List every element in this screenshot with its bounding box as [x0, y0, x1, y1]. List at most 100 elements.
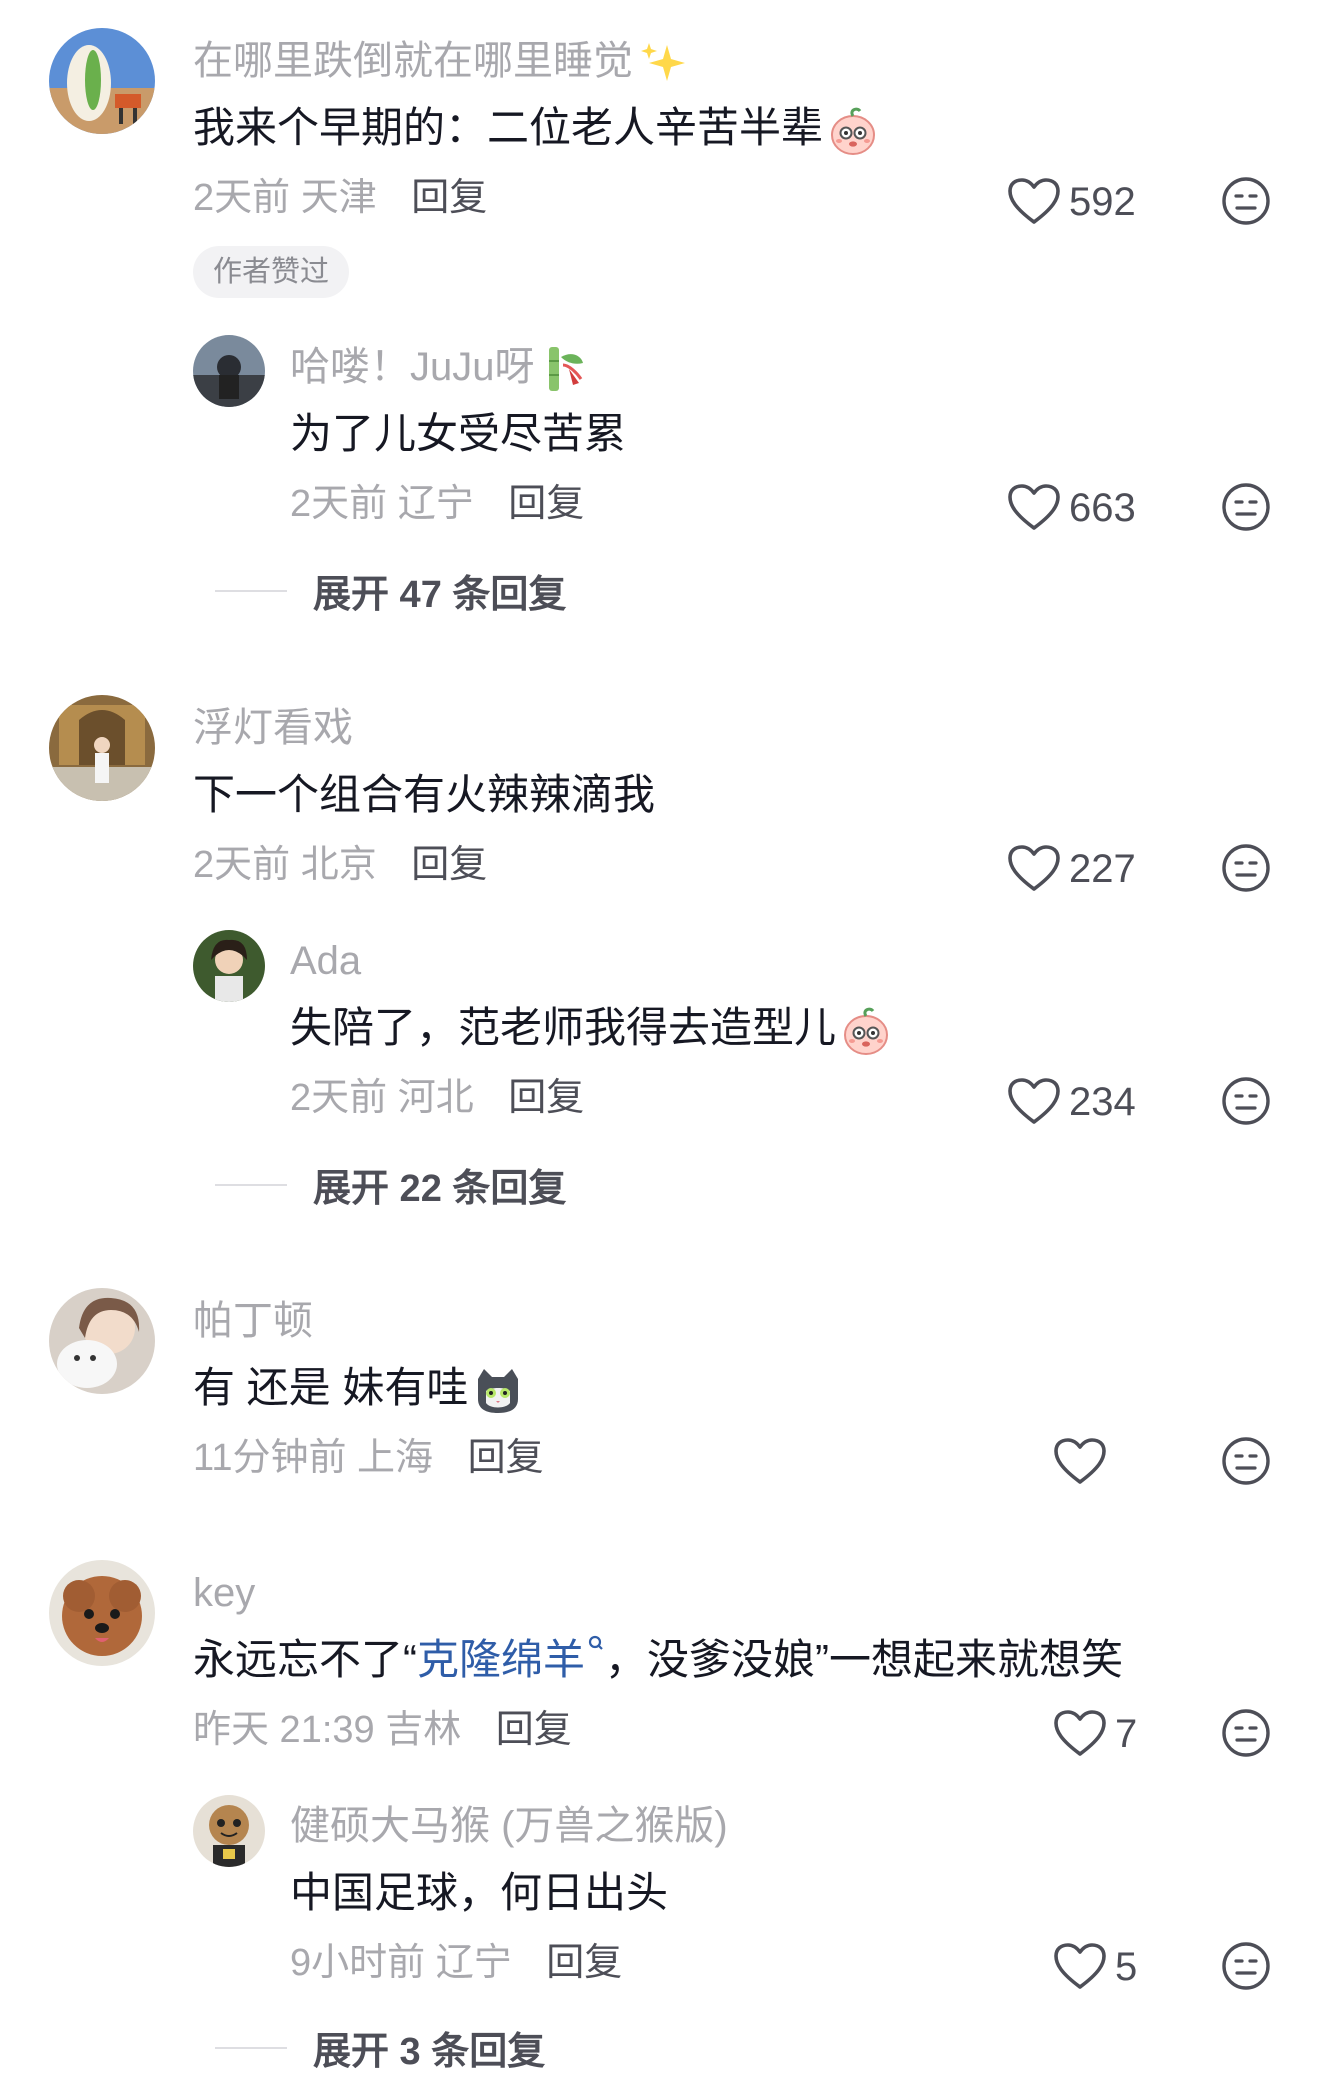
comment-time: 2天前 [193, 844, 291, 886]
dislike-button[interactable] [1220, 842, 1272, 894]
cat-face-emoji [472, 1365, 524, 1417]
heart-outline-icon [1053, 1709, 1107, 1759]
heart-outline-icon [1007, 844, 1061, 894]
like-button[interactable] [1053, 1434, 1115, 1490]
like-button[interactable]: 234 [1007, 1074, 1136, 1130]
comment-text: 有 还是 妹有哇 [193, 1362, 524, 1417]
avatar[interactable] [193, 930, 265, 1002]
like-count: 592 [1069, 179, 1136, 224]
comment-username[interactable]: 浮灯看戏 [193, 704, 353, 752]
reply-button[interactable]: 回复 [546, 1942, 622, 1984]
comment-text-after: ，没爹没娘”一想起来就想笑 [605, 1636, 1124, 1683]
avatar[interactable] [49, 1288, 155, 1394]
reply-button[interactable]: 回复 [411, 844, 487, 886]
avatar[interactable] [49, 1560, 155, 1666]
search-keyword-text: 克隆绵羊 [417, 1636, 586, 1683]
expand-replies-button[interactable]: 展开 22 条回复 [215, 1157, 566, 1212]
heart-outline-icon [1053, 1437, 1107, 1487]
comment-location: 北京 [300, 844, 377, 886]
reply-location: 辽宁 [397, 483, 474, 525]
dislike-button[interactable] [1220, 175, 1272, 227]
peach-face-emoji [827, 105, 879, 157]
reply-button[interactable]: 回复 [508, 1077, 584, 1119]
reply-meta: 2天前 河北 回复 [290, 1074, 584, 1122]
expand-replies-button[interactable]: 展开 47 条回复 [215, 563, 566, 618]
reply-username[interactable]: Ada [290, 937, 361, 985]
username-text: 哈喽！JuJu呀 [290, 345, 535, 389]
comment-location: 天津 [300, 177, 377, 219]
comment-location: 上海 [357, 1437, 434, 1479]
dislike-button[interactable] [1220, 1075, 1272, 1127]
expand-replies-label: 展开 47 条回复 [313, 574, 567, 616]
expand-divider [215, 589, 287, 592]
dislike-button[interactable] [1220, 1940, 1272, 1992]
comment-text-before: 永远忘不了“ [193, 1636, 417, 1683]
meh-face-icon [1220, 842, 1272, 894]
dislike-button[interactable] [1220, 1435, 1272, 1487]
reply-text-content: 失陪了，范老师我得去造型儿 [290, 1004, 837, 1051]
like-count: 227 [1069, 846, 1136, 891]
comment-time: 11分钟前 [193, 1437, 347, 1479]
comment-time: 2天前 [193, 177, 291, 219]
heart-outline-icon [1007, 1077, 1061, 1127]
dislike-button[interactable] [1220, 1707, 1272, 1759]
meh-face-icon [1220, 481, 1272, 533]
comment-time: 昨天 21:39 [193, 1709, 375, 1751]
like-count: 7 [1115, 1711, 1138, 1756]
like-button[interactable]: 663 [1007, 480, 1136, 536]
username-text: 在哪里跌倒就在哪里睡觉 [193, 39, 633, 83]
reply-time: 9小时前 [290, 1942, 426, 1984]
like-count: 234 [1069, 1079, 1136, 1124]
expand-replies-label: 展开 22 条回复 [313, 1168, 567, 1210]
meh-face-icon [1220, 1707, 1272, 1759]
reply-time: 2天前 [290, 1077, 388, 1119]
dislike-button[interactable] [1220, 481, 1272, 533]
expand-divider [215, 2046, 287, 2049]
avatar[interactable] [49, 695, 155, 801]
avatar[interactable] [193, 1795, 265, 1867]
reply-text: 为了儿女受尽苦累 [290, 410, 627, 457]
like-count: 663 [1069, 485, 1136, 530]
reply-username[interactable]: 健硕大马猴 (万兽之猴版) [290, 1802, 728, 1850]
reply-location: 河北 [397, 1077, 474, 1119]
comment-location: 吉林 [385, 1709, 462, 1751]
reply-button[interactable]: 回复 [496, 1709, 572, 1751]
comment-username[interactable]: 在哪里跌倒就在哪里睡觉 [193, 37, 689, 89]
avatar[interactable] [193, 335, 265, 407]
search-icon [588, 1635, 603, 1650]
heart-outline-icon [1007, 177, 1061, 227]
author-liked-badge: 作者赞过 [193, 246, 350, 298]
like-button[interactable]: 5 [1053, 1939, 1137, 1995]
reply-username[interactable]: 哈喽！JuJu呀 [290, 343, 591, 395]
reply-button[interactable]: 回复 [468, 1437, 544, 1479]
meh-face-icon [1220, 1435, 1272, 1487]
comment-text: 下一个组合有火辣辣滴我 [193, 771, 656, 818]
peach-face-emoji [840, 1005, 892, 1057]
meh-face-icon [1220, 1940, 1272, 1992]
reply-time: 2天前 [290, 483, 388, 525]
comment-text-content: 有 还是 妹有哇 [193, 1364, 469, 1411]
search-keyword-link[interactable]: 克隆绵羊 [417, 1635, 605, 1683]
reply-location: 辽宁 [435, 1942, 512, 1984]
like-button[interactable]: 227 [1007, 841, 1136, 897]
avatar[interactable] [49, 28, 155, 134]
sparkles-emoji [637, 37, 689, 89]
comment-text-content: 我来个早期的：二位老人辛苦半辈 [193, 104, 824, 151]
like-count: 5 [1115, 1944, 1138, 1989]
expand-replies-button[interactable]: 展开 3 条回复 [215, 2020, 545, 2075]
meh-face-icon [1220, 1075, 1272, 1127]
reply-meta: 9小时前 辽宁 回复 [290, 1939, 622, 1987]
comment-username[interactable]: 帕丁顿 [193, 1297, 313, 1345]
comment-meta: 2天前 天津 回复 [193, 174, 487, 222]
like-button[interactable]: 7 [1053, 1706, 1137, 1762]
reply-button[interactable]: 回复 [411, 177, 487, 219]
reply-button[interactable]: 回复 [508, 483, 584, 525]
meh-face-icon [1220, 175, 1272, 227]
expand-replies-label: 展开 3 条回复 [313, 2031, 546, 2073]
reply-text: 失陪了，范老师我得去造型儿 [290, 1002, 892, 1057]
comment-meta: 昨天 21:39 吉林 回复 [193, 1706, 572, 1754]
expand-divider [215, 1183, 287, 1186]
reply-meta: 2天前 辽宁 回复 [290, 480, 584, 528]
like-button[interactable]: 592 [1007, 174, 1136, 230]
comment-username[interactable]: key [193, 1569, 255, 1617]
